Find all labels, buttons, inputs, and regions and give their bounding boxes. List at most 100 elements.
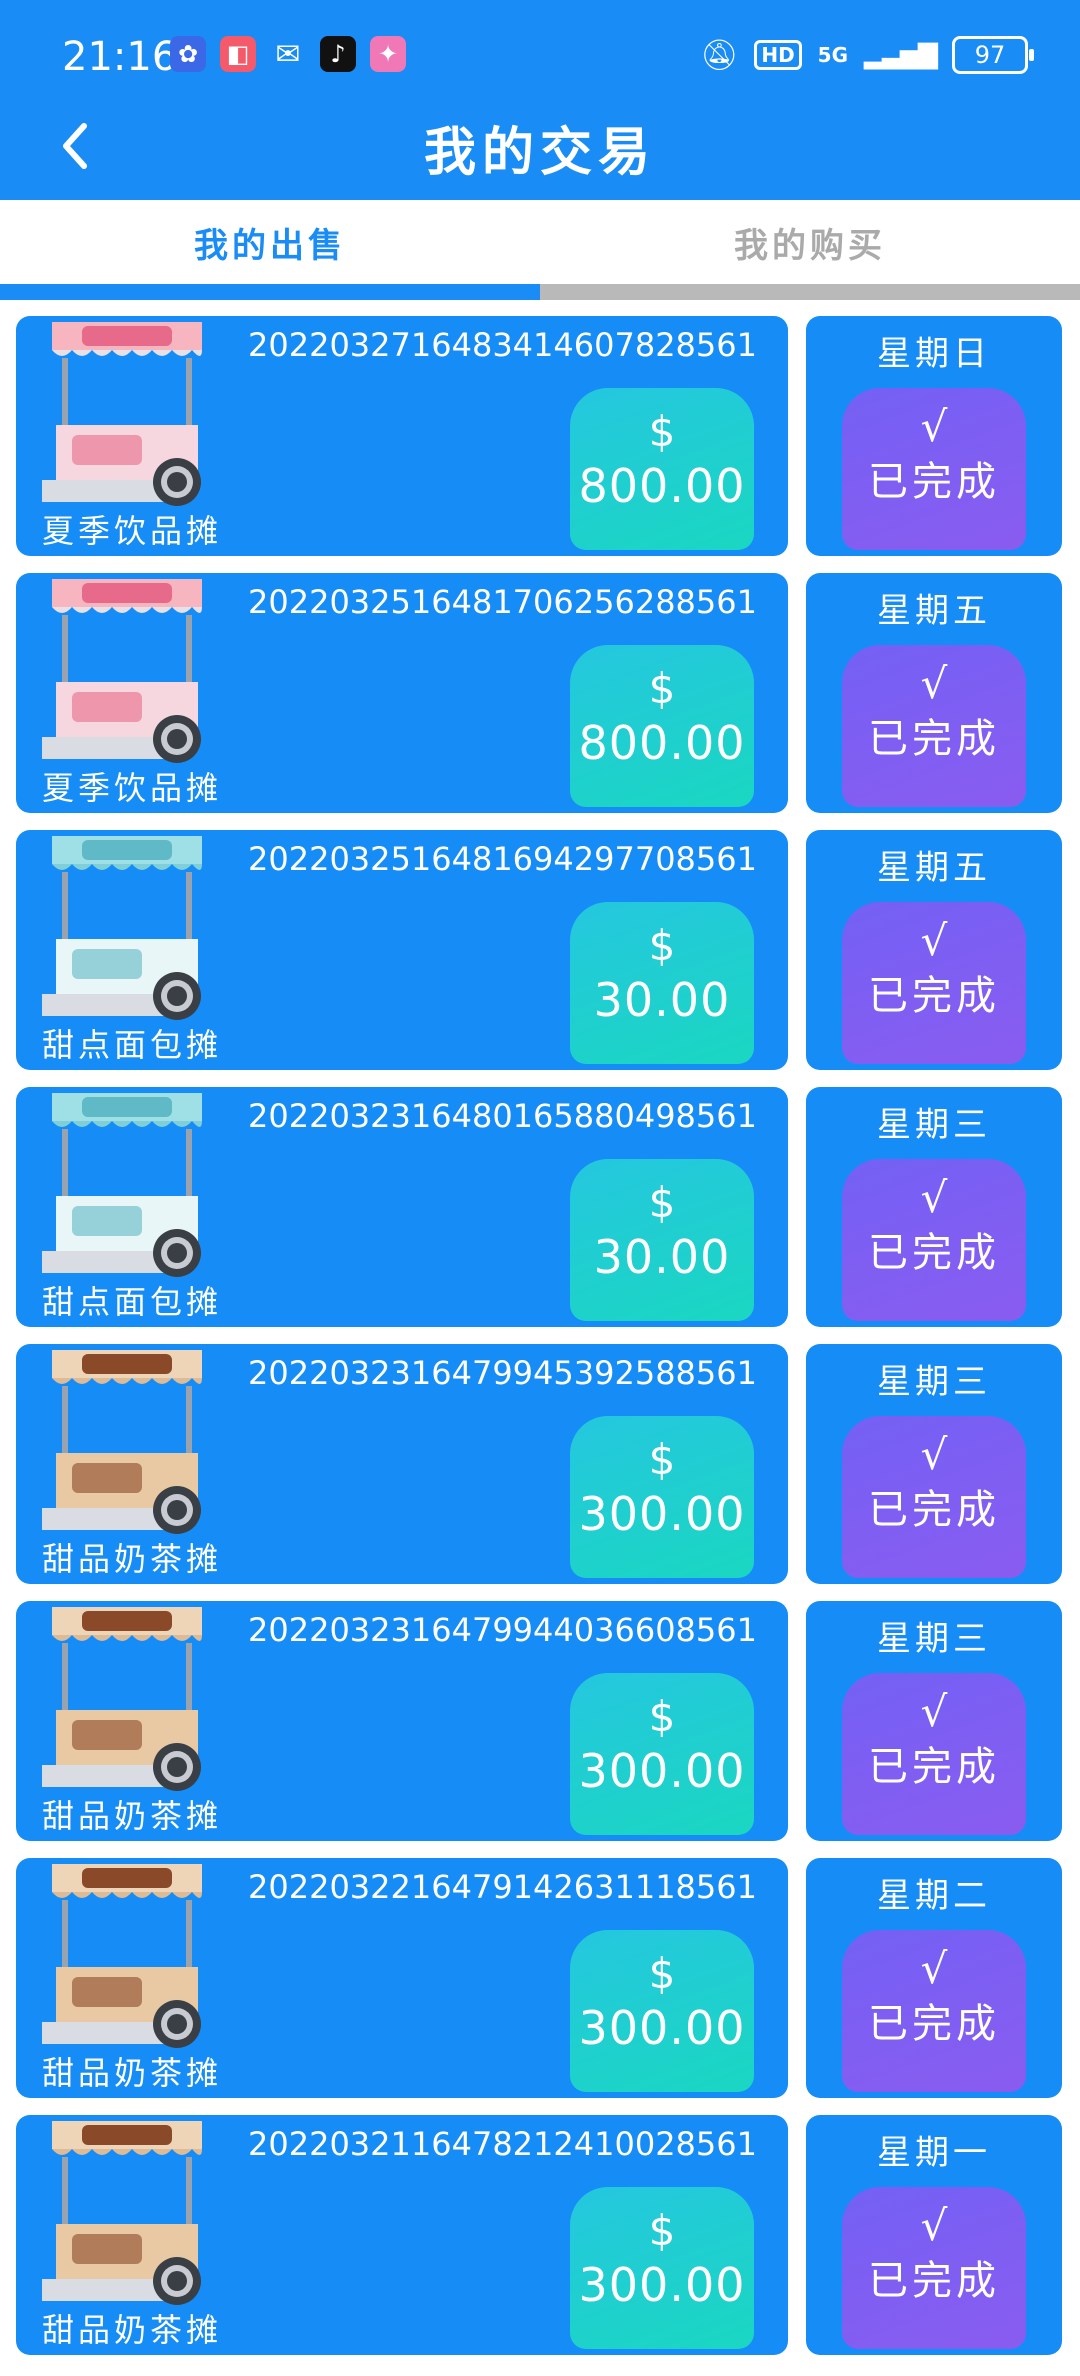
order-status-card: 星期五 √ 已完成 xyxy=(806,573,1062,813)
price-amount: 300.00 xyxy=(578,2001,746,2055)
currency-symbol: $ xyxy=(648,1435,676,1484)
price-badge: $800.00 xyxy=(570,645,754,807)
order-card[interactable]: 甜点面包摊 2022032316480165880498561 $30.00 xyxy=(16,1087,788,1327)
order-weekday: 星期五 xyxy=(877,591,991,631)
stall-name: 甜品奶茶摊 xyxy=(42,1540,223,1578)
checkmark-icon: √ xyxy=(920,1944,948,1993)
stall-name: 甜点面包摊 xyxy=(42,1026,223,1064)
status-badge: √ 已完成 xyxy=(842,1673,1026,1835)
stall-name: 甜品奶茶摊 xyxy=(42,2311,223,2349)
stall-name: 夏季饮品摊 xyxy=(42,512,223,550)
currency-symbol: $ xyxy=(648,407,676,456)
tab-indicator-active xyxy=(0,284,540,300)
price-badge: $300.00 xyxy=(570,1416,754,1578)
order-status-label: 已完成 xyxy=(868,1744,1000,1790)
tab-indicator-inactive xyxy=(540,284,1080,300)
order-status-label: 已完成 xyxy=(868,716,1000,762)
checkmark-icon: √ xyxy=(920,2201,948,2250)
page-title: 我的交易 xyxy=(423,123,656,183)
price-amount: 30.00 xyxy=(593,973,731,1027)
tab-my-purchases[interactable]: 我的购买 xyxy=(540,200,1080,288)
order-weekday: 星期五 xyxy=(877,848,991,888)
currency-symbol: $ xyxy=(648,1692,676,1741)
stall-name: 甜品奶茶摊 xyxy=(42,1797,223,1835)
order-row[interactable]: 甜品奶茶摊 2022032316479944036608561 $300.00 星期三… xyxy=(0,1585,1080,1842)
stall-image xyxy=(42,2119,212,2309)
stall-name: 甜品奶茶摊 xyxy=(42,2054,223,2092)
order-status-card: 星期日 √ 已完成 xyxy=(806,316,1062,556)
order-row[interactable]: 甜品奶茶摊 2022032116478212410028561 $300.00 星期一… xyxy=(0,2099,1080,2356)
currency-symbol: $ xyxy=(648,921,676,970)
status-badge: √ 已完成 xyxy=(842,645,1026,807)
stall-image xyxy=(42,577,212,767)
order-row[interactable]: 夏季饮品摊 2022032516481706256288561 $800.00 星期五… xyxy=(0,557,1080,814)
order-id: 2022032316480165880498561 xyxy=(248,1097,757,1135)
order-row[interactable]: 甜点面包摊 2022032316480165880498561 $30.00 星期三 √… xyxy=(0,1071,1080,1328)
order-row[interactable]: 夏季饮品摊 20220327164834146078285​61 $800.00 星期… xyxy=(0,300,1080,557)
currency-symbol: $ xyxy=(648,1949,676,1998)
battery-icon: 97 xyxy=(952,36,1034,74)
price-amount: 800.00 xyxy=(578,459,746,513)
price-badge: $30.00 xyxy=(570,1159,754,1321)
order-id: 2022032316479944036608561 xyxy=(248,1611,757,1649)
app-notification-icon: ◧ xyxy=(220,36,256,72)
order-status-label: 已完成 xyxy=(868,459,1000,505)
header-bar: 21:16 ✿ ◧ ✉ ♪ ✦ 🔕︎ HD 5G ▂▃▅▇ 97 我的交易 xyxy=(0,0,1080,200)
stall-image xyxy=(42,834,212,1024)
order-card[interactable]: 甜品奶茶摊 2022032216479142631118561 $300.00 xyxy=(16,1858,788,2098)
order-status-label: 已完成 xyxy=(868,973,1000,1019)
order-status-card: 星期二 √ 已完成 xyxy=(806,1858,1062,2098)
order-id: 2022032516481694297708561 xyxy=(248,840,757,878)
order-card[interactable]: 甜品奶茶摊 2022032316479945392588561 $300.00 xyxy=(16,1344,788,1584)
order-row[interactable]: 甜品奶茶摊 2022032316479945392588561 $300.00 星期三… xyxy=(0,1328,1080,1585)
status-badge: √ 已完成 xyxy=(842,1416,1026,1578)
order-id: 2022032216479142631118561 xyxy=(248,1868,757,1906)
order-id: 20220327164834146078285​61 xyxy=(248,326,757,364)
order-status-label: 已完成 xyxy=(868,2258,1000,2304)
status-right: 🔕︎ HD 5G ▂▃▅▇ 97 xyxy=(700,36,1034,74)
order-id: 2022032316479945392588561 xyxy=(248,1354,757,1392)
currency-symbol: $ xyxy=(648,2206,676,2255)
price-badge: $300.00 xyxy=(570,1673,754,1835)
signal-icon: ▂▃▅▇ xyxy=(864,40,938,70)
checkmark-icon: √ xyxy=(920,1430,948,1479)
order-card[interactable]: 甜品奶茶摊 2022032116478212410028561 $300.00 xyxy=(16,2115,788,2355)
order-row[interactable]: 甜品奶茶摊 2022032216479142631118561 $300.00 星期二… xyxy=(0,1842,1080,2099)
order-status-card: 星期三 √ 已完成 xyxy=(806,1601,1062,1841)
order-row[interactable]: 甜点面包摊 2022032516481694297708561 $30.00 星期五 √… xyxy=(0,814,1080,1071)
price-amount: 300.00 xyxy=(578,2258,746,2312)
currency-symbol: $ xyxy=(648,664,676,713)
price-amount: 800.00 xyxy=(578,716,746,770)
tab-my-sales[interactable]: 我的出售 xyxy=(0,200,540,288)
order-card[interactable]: 夏季饮品摊 20220327164834146078285​61 $800.00 xyxy=(16,316,788,556)
order-status-card: 星期一 √ 已完成 xyxy=(806,2115,1062,2355)
order-status-card: 星期三 √ 已完成 xyxy=(806,1344,1062,1584)
checkmark-icon: √ xyxy=(920,1173,948,1222)
price-badge: $300.00 xyxy=(570,1930,754,2092)
stall-image xyxy=(42,1348,212,1538)
order-id: 2022032516481706256288561 xyxy=(248,583,757,621)
order-card[interactable]: 夏季饮品摊 2022032516481706256288561 $800.00 xyxy=(16,573,788,813)
notification-icons: ✿ ◧ ✉ ♪ ✦ xyxy=(170,36,406,72)
order-status-card: 星期三 √ 已完成 xyxy=(806,1087,1062,1327)
network-label: 5G xyxy=(817,43,849,67)
checkmark-icon: √ xyxy=(920,1687,948,1736)
order-card[interactable]: 甜点面包摊 2022032516481694297708561 $30.00 xyxy=(16,830,788,1070)
order-weekday: 星期一 xyxy=(877,2133,991,2173)
app-notification-icon: ✿ xyxy=(170,36,206,72)
order-id: 2022032116478212410028561 xyxy=(248,2125,757,2163)
order-weekday: 星期日 xyxy=(877,334,991,374)
price-badge: $800.00 xyxy=(570,388,754,550)
tiktok-icon: ♪ xyxy=(320,36,356,72)
status-badge: √ 已完成 xyxy=(842,902,1026,1064)
stall-image xyxy=(42,1862,212,2052)
order-card[interactable]: 甜品奶茶摊 2022032316479944036608561 $300.00 xyxy=(16,1601,788,1841)
order-weekday: 星期三 xyxy=(877,1619,991,1659)
stall-image xyxy=(42,1605,212,1795)
price-amount: 30.00 xyxy=(593,1230,731,1284)
status-badge: √ 已完成 xyxy=(842,388,1026,550)
wechat-icon: ✉ xyxy=(275,36,301,72)
checkmark-icon: √ xyxy=(920,916,948,965)
price-amount: 300.00 xyxy=(578,1487,746,1541)
hd-badge: HD xyxy=(754,40,802,70)
